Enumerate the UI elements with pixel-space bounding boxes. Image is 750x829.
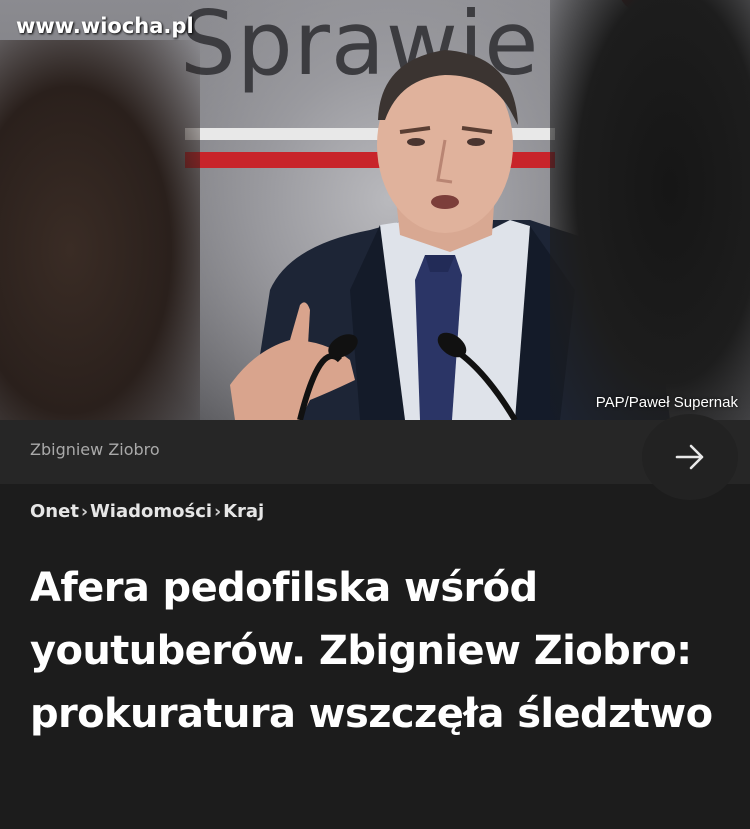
breadcrumb-item-wiadomosci[interactable]: Wiadomości: [90, 501, 212, 522]
topic-tag-bar: Zbigniew Ziobro: [0, 414, 750, 500]
next-topic-button[interactable]: [642, 414, 738, 500]
article-title: Afera pedofilska wśród youtuberów. Zbign…: [30, 565, 713, 737]
chevron-right-icon: ›: [80, 501, 88, 522]
breadcrumb-item-onet[interactable]: Onet: [30, 501, 79, 522]
blurred-foreground-left: [0, 40, 200, 420]
breadcrumb-item-kraj[interactable]: Kraj: [223, 501, 264, 522]
site-watermark: www.wiocha.pl: [16, 14, 194, 38]
article-hero-photo[interactable]: Sprawie www.wiocha.pl PAP/Paweł Supernak: [0, 0, 750, 420]
chevron-right-icon: ›: [214, 501, 222, 522]
breadcrumb: Onet › Wiadomości › Kraj: [30, 501, 264, 522]
photo-credit: PAP/Paweł Supernak: [595, 394, 738, 411]
arrow-right-icon: [675, 444, 704, 470]
topic-tag-link[interactable]: Zbigniew Ziobro: [30, 440, 160, 459]
blurred-foreground-right: [550, 0, 750, 420]
